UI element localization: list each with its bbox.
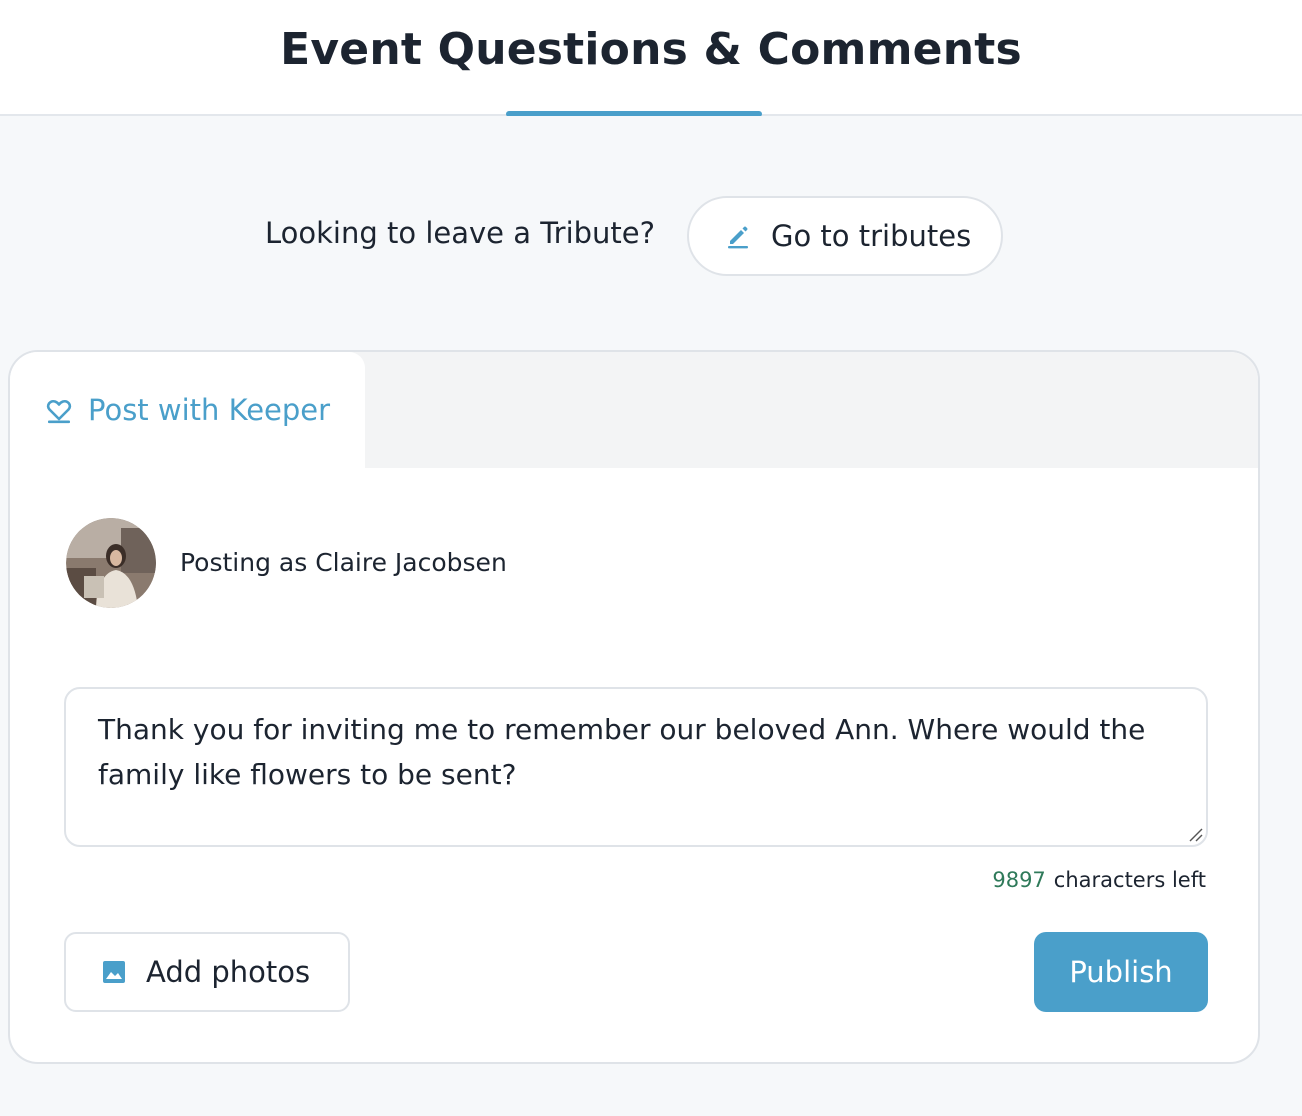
tab-label: Post with Keeper bbox=[88, 393, 331, 427]
comment-input[interactable]: Thank you for inviting me to remember ou… bbox=[64, 687, 1208, 847]
go-to-tributes-label: Go to tributes bbox=[771, 219, 972, 253]
character-count: 9897 characters left bbox=[992, 868, 1206, 892]
resize-handle-icon[interactable] bbox=[1188, 827, 1204, 843]
image-icon bbox=[100, 958, 128, 986]
add-photos-label: Add photos bbox=[146, 955, 311, 989]
page-title: Event Questions & Comments bbox=[280, 24, 1022, 75]
publish-button[interactable]: Publish bbox=[1034, 932, 1208, 1012]
go-to-tributes-button[interactable]: Go to tributes bbox=[687, 196, 1003, 276]
posting-as-label: Posting as Claire Jacobsen bbox=[180, 548, 507, 577]
avatar bbox=[66, 518, 156, 608]
comment-composer-card: Post with Keeper Posting as Claire Jacob… bbox=[8, 350, 1260, 1064]
pencil-icon bbox=[723, 221, 753, 251]
add-photos-button[interactable]: Add photos bbox=[64, 932, 350, 1012]
character-count-label: characters left bbox=[1053, 868, 1206, 892]
tab-post-with-keeper[interactable]: Post with Keeper bbox=[10, 352, 365, 468]
heart-icon bbox=[44, 395, 74, 425]
page-header: Event Questions & Comments bbox=[0, 0, 1302, 117]
character-count-value: 9897 bbox=[992, 868, 1046, 892]
tribute-prompt: Looking to leave a Tribute? bbox=[265, 216, 656, 250]
